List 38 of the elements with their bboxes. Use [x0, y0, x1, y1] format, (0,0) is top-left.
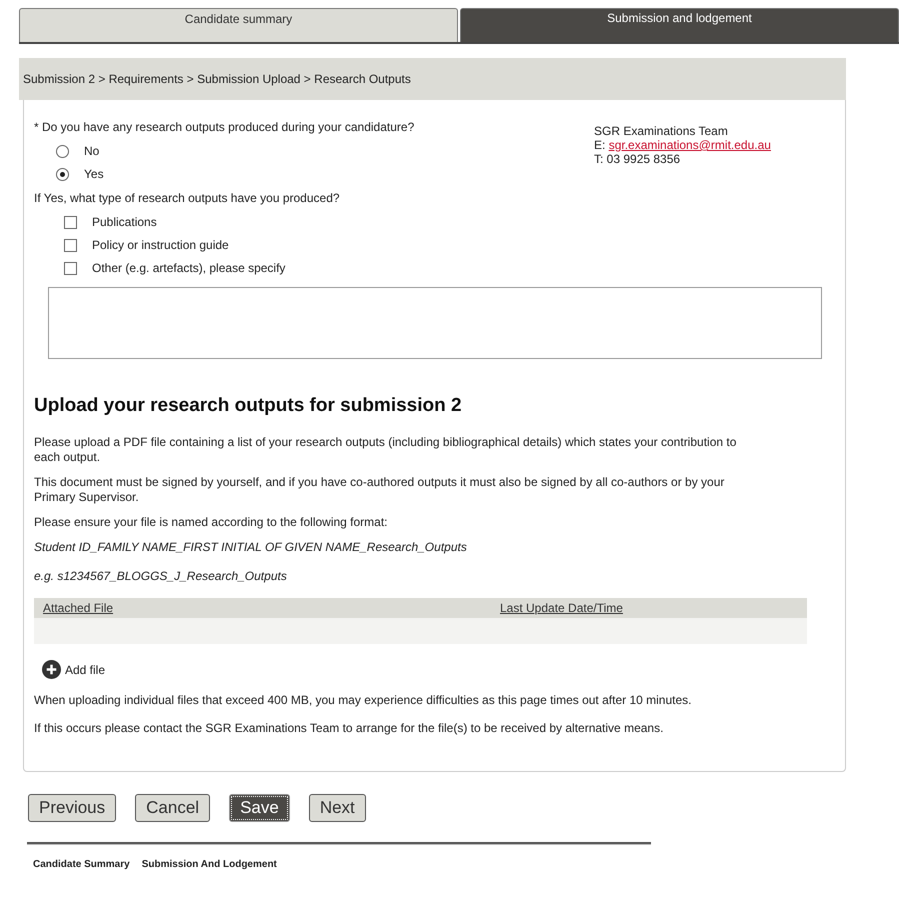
footer-link[interactable]: Submission And Lodgement	[142, 859, 277, 870]
nav-button[interactable]: Save	[229, 794, 290, 822]
tab[interactable]: Submission and lodgement	[460, 8, 899, 42]
specify-field[interactable]	[48, 287, 822, 359]
question-label: * Do you have any research outputs produced during your candidature?	[34, 120, 416, 135]
nav-button[interactable]: Previous	[28, 794, 116, 822]
footer-link[interactable]: Candidate Summary	[33, 859, 130, 870]
radio-label: No	[84, 144, 100, 158]
column-header[interactable]: Last Update Date/Time	[491, 601, 800, 615]
phone-number: T: 03 9925 8356	[594, 152, 682, 166]
instruction-text: This document must be signed by yourself, and if you have co-authored outputs it must also be signed by all co-authors or by your Primary Supervisor.	[34, 475, 726, 505]
radio-label: Yes	[84, 167, 104, 181]
checkbox-label: Other (e.g. artefacts), please specify	[92, 261, 286, 275]
checkbox-label: Publications	[92, 215, 157, 229]
email-label: E:	[594, 138, 606, 152]
breadcrumb: Submission 2 > Requirements > Submission Upload > Research Outputs	[19, 58, 846, 100]
team-name: SGR Examinations Team	[594, 124, 729, 138]
radio-button[interactable]	[56, 168, 69, 180]
plus-circle-icon	[42, 660, 61, 679]
format-text: Student ID_FAMILY NAME_FIRST INITIAL OF GIVEN NAME_Research_Outputs	[34, 540, 468, 555]
column-header[interactable]: Attached File	[34, 601, 491, 615]
note-text: If this occurs please contact the SGR Examinations Team to arrange for the file(s) to be received by alternative means.	[34, 721, 664, 736]
section-heading: Upload your research outputs for submission 2	[34, 395, 463, 417]
note-text: When uploading individual files that exceed 400 MB, you may experience difficulties as this page times out after 10 minutes.	[34, 693, 692, 708]
add-file-button[interactable]: Add file	[42, 660, 106, 679]
nav-button[interactable]: Next	[308, 794, 366, 822]
tab[interactable]: Candidate summary	[19, 8, 458, 42]
checkbox[interactable]	[64, 262, 77, 274]
email-link[interactable]: sgr.examinations@rmit.edu.au	[608, 138, 771, 152]
radio-button[interactable]	[56, 144, 69, 158]
example-text: e.g. s1234567_BLOGGS_J_Research_Outputs	[34, 569, 288, 584]
question-label: If Yes, what type of research outputs have you produced?	[34, 191, 341, 206]
checkbox-label: Policy or instruction guide	[92, 238, 229, 252]
checkbox[interactable]	[64, 216, 77, 228]
nav-button[interactable]: Cancel	[135, 794, 210, 822]
instruction-text: Please ensure your file is named according to the following format:	[34, 515, 389, 530]
instruction-text: Please upload a PDF file containing a list of your research outputs (including bibliographical details) which states your contribution to each output.	[34, 435, 738, 465]
checkbox[interactable]	[64, 238, 77, 252]
